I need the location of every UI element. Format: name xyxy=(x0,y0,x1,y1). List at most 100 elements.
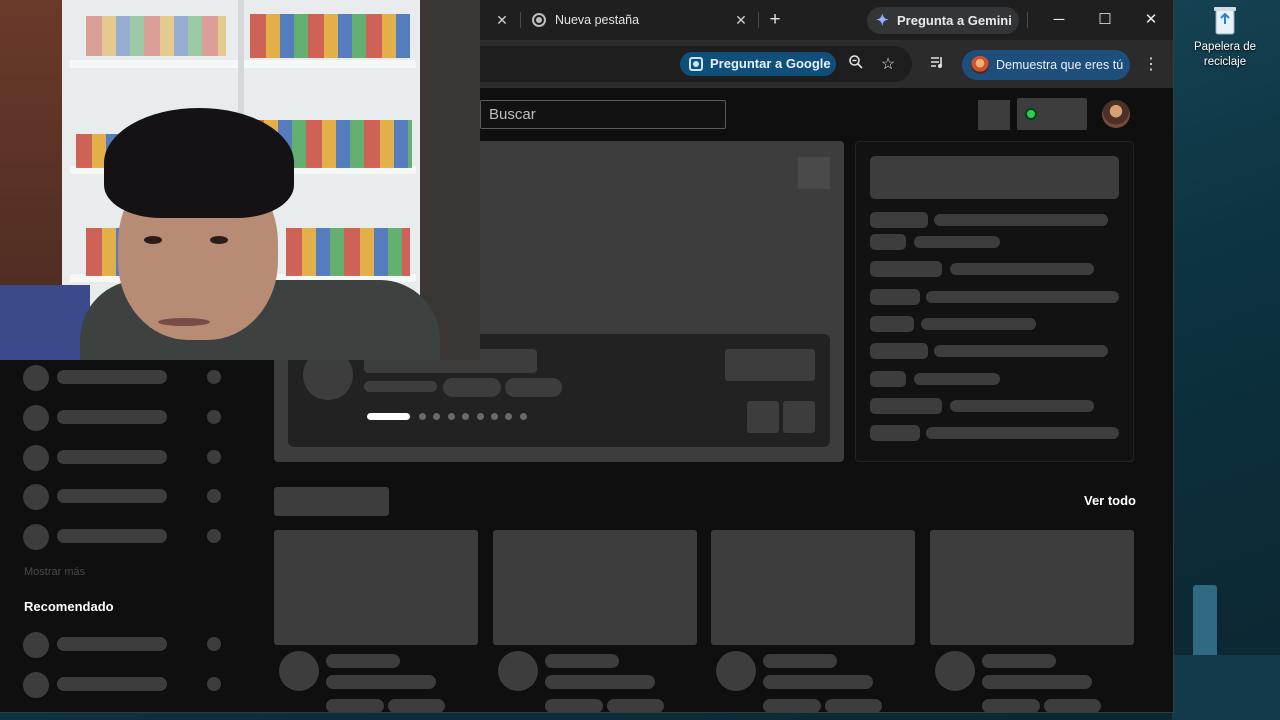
video-chip-skeleton xyxy=(982,699,1041,712)
minimize-button[interactable]: ─ xyxy=(1036,4,1082,36)
sidebar-avatar-skeleton xyxy=(23,712,49,713)
video-title-skeleton xyxy=(326,654,400,668)
carousel-dot[interactable] xyxy=(476,413,484,420)
video-chip-skeleton xyxy=(544,699,603,712)
shelf-items xyxy=(250,14,410,58)
google-lens-icon xyxy=(689,57,703,71)
video-meta-skeleton xyxy=(982,675,1093,689)
webcam-overlay xyxy=(0,0,480,360)
sidebar-label-skeleton xyxy=(57,677,167,691)
gemini-spark-icon: ✦ xyxy=(876,12,889,29)
person-eye xyxy=(210,236,228,244)
video-avatar-skeleton xyxy=(279,651,319,691)
sidebar-label-skeleton xyxy=(57,529,167,543)
media-icon[interactable] xyxy=(926,54,948,76)
sidebar-avatar-skeleton xyxy=(23,672,49,698)
video-avatar-skeleton xyxy=(497,651,538,691)
video-chip-skeleton xyxy=(326,699,384,712)
profile-avatar-icon xyxy=(971,56,989,74)
sidebar-avatar-skeleton xyxy=(23,524,49,550)
chrome-icon xyxy=(532,13,546,27)
side-panel-skeleton-line xyxy=(870,397,942,414)
side-panel-skeleton-line xyxy=(870,212,928,228)
carousel-dot[interactable] xyxy=(367,413,410,420)
video-avatar-skeleton xyxy=(716,651,757,691)
wallpaper-tower xyxy=(1193,585,1217,663)
video-title-skeleton xyxy=(763,654,838,668)
skeleton-chip xyxy=(443,378,501,397)
video-chip-skeleton xyxy=(825,699,883,712)
video-avatar-skeleton xyxy=(935,651,976,691)
profile-chip[interactable]: Demuestra que eres tú xyxy=(962,50,1130,80)
tab-title: Nueva pestaña xyxy=(555,13,640,27)
side-panel-skeleton-line xyxy=(934,214,1108,226)
video-thumbnail-skeleton xyxy=(930,530,1135,645)
skeleton-button xyxy=(747,401,779,433)
webcam-jacket xyxy=(0,285,90,360)
video-meta-skeleton xyxy=(763,675,874,689)
side-panel-skeleton-line xyxy=(914,372,1000,385)
sidebar-badge-skeleton xyxy=(207,410,221,424)
close-window-button[interactable]: ✕ xyxy=(1128,4,1173,36)
sidebar-label-skeleton xyxy=(57,410,167,424)
header-skeleton-button[interactable] xyxy=(1017,98,1087,130)
side-panel-skeleton-line xyxy=(870,234,906,250)
shelf-items xyxy=(86,16,226,56)
tab-close-icon[interactable]: ✕ xyxy=(733,10,749,30)
sidebar-avatar-skeleton xyxy=(23,632,49,658)
tab-new-tab[interactable]: Nueva pestaña ✕ xyxy=(524,4,754,36)
sidebar-label-skeleton xyxy=(57,637,167,651)
side-panel-skeleton-line xyxy=(870,370,906,387)
video-thumbnail-skeleton xyxy=(711,530,916,645)
hero-skeleton-corner xyxy=(798,157,830,189)
avatar[interactable] xyxy=(1102,100,1130,128)
carousel-dot[interactable] xyxy=(519,413,527,420)
skeleton-button xyxy=(725,349,815,381)
google-lens-chip[interactable]: Preguntar a Google xyxy=(680,52,836,76)
side-panel-skeleton-line xyxy=(950,263,1094,276)
strip-divider xyxy=(1027,12,1028,28)
ver-todo-link[interactable]: Ver todo xyxy=(1070,493,1136,508)
recycle-bin-shortcut[interactable]: Papelera de reciclaje xyxy=(1188,4,1262,70)
new-tab-button[interactable]: + xyxy=(764,8,786,32)
menu-icon[interactable]: ⋮ xyxy=(1140,54,1162,76)
sidebar-label-skeleton xyxy=(57,370,167,384)
gemini-label: Pregunta a Gemini xyxy=(897,13,1012,28)
sidebar-label-skeleton xyxy=(57,489,167,503)
side-panel-skeleton-line xyxy=(934,345,1108,358)
tab-divider xyxy=(520,12,521,28)
carousel-dot[interactable] xyxy=(419,413,426,420)
sidebar-badge-skeleton xyxy=(207,450,221,464)
skeleton-chip xyxy=(505,378,562,397)
carousel-dot[interactable] xyxy=(491,413,498,420)
side-panel-skeleton-line xyxy=(926,427,1119,440)
maximize-button[interactable]: ☐ xyxy=(1082,4,1128,36)
search-input[interactable]: Buscar xyxy=(480,100,726,129)
side-panel-skeleton-line xyxy=(870,288,920,305)
video-meta-skeleton xyxy=(326,675,436,689)
recycle-bin-label: Papelera de reciclaje xyxy=(1193,41,1257,68)
video-title-skeleton xyxy=(982,654,1057,668)
carousel-dot[interactable] xyxy=(447,413,455,420)
header-skeleton xyxy=(978,100,1010,130)
side-panel-skeleton-line xyxy=(950,399,1094,412)
video-chip-skeleton xyxy=(606,699,664,712)
star-icon[interactable]: ☆ xyxy=(877,54,899,76)
side-panel-skeleton-line xyxy=(870,261,942,278)
mostrar-mas-link[interactable]: Mostrar más xyxy=(24,566,85,578)
profile-chip-label: Demuestra que eres tú xyxy=(996,58,1124,72)
zoom-icon[interactable] xyxy=(845,54,867,76)
lens-label: Preguntar a Google xyxy=(710,56,831,71)
video-chip-skeleton xyxy=(1044,699,1102,712)
side-panel-skeleton xyxy=(855,141,1134,462)
status-icon xyxy=(1025,108,1037,120)
sidebar-avatar-skeleton xyxy=(23,365,49,391)
video-meta-skeleton xyxy=(544,675,655,689)
gemini-button[interactable]: ✦ Pregunta a Gemini xyxy=(867,7,1019,34)
side-panel-skeleton-line xyxy=(870,425,920,442)
sidebar-label-skeleton xyxy=(57,450,167,464)
recycle-bin-icon xyxy=(1214,7,1236,35)
tab-close-button[interactable]: ✕ xyxy=(494,11,510,29)
video-thumbnail-skeleton xyxy=(492,530,697,645)
video-chip-skeleton xyxy=(388,699,445,712)
